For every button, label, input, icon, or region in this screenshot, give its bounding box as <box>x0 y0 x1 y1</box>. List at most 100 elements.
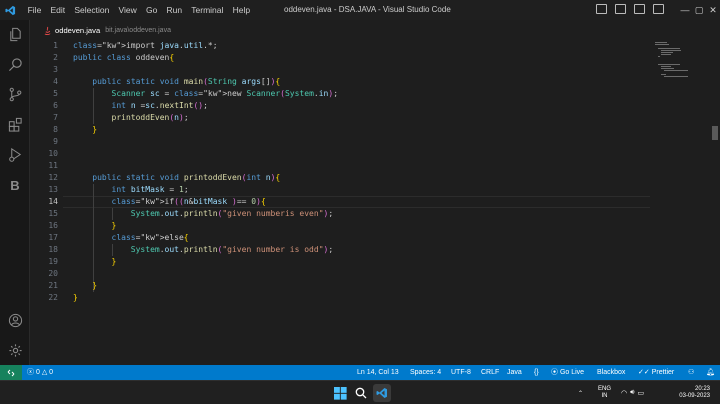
code-line[interactable]: 9 <box>30 136 650 148</box>
layout-controls <box>596 4 664 14</box>
notifications-bell-icon[interactable]: 🔔︎ <box>706 365 715 380</box>
code-text[interactable]: } <box>73 280 97 292</box>
code-line[interactable]: 3 <box>30 64 650 76</box>
code-line[interactable]: 20 <box>30 268 650 280</box>
system-tray[interactable]: ◠ 🔊︎ ▭ <box>621 381 644 404</box>
code-text[interactable]: System.out.println("given numberis even"… <box>73 208 333 220</box>
code-line[interactable]: 19 } <box>30 256 650 268</box>
code-line[interactable]: 18 System.out.println("given number is o… <box>30 244 650 256</box>
code-text[interactable]: public static void main(String args[]){ <box>73 76 280 88</box>
code-line[interactable]: 8 } <box>30 124 650 136</box>
broadcast-icon: ⦿ <box>551 369 560 376</box>
code-line[interactable]: 17 class="kw">else{ <box>30 232 650 244</box>
menu-go[interactable]: Go <box>141 0 162 20</box>
menu-file[interactable]: File <box>23 0 46 20</box>
windows-start-icon[interactable] <box>331 384 349 402</box>
code-text[interactable]: class="kw">if((n&bitMask )== 0){ <box>73 196 266 208</box>
code-line[interactable]: 13 int bitMask = 1; <box>30 184 650 196</box>
code-text[interactable]: Scanner sc = class="kw">new Scanner(Syst… <box>73 88 338 100</box>
customize-layout-icon[interactable] <box>653 4 664 14</box>
code-text[interactable]: public class oddeven{ <box>73 52 174 64</box>
menu-help[interactable]: Help <box>228 0 255 20</box>
line-number: 6 <box>53 101 58 110</box>
blackbox-status[interactable]: Blackbox <box>597 365 625 380</box>
close-button[interactable]: ✕ <box>706 0 720 20</box>
blackbox-icon[interactable]: B <box>5 175 25 195</box>
code-line[interactable]: 6 int n =sc.nextInt(); <box>30 100 650 112</box>
code-line[interactable]: 11 <box>30 160 650 172</box>
tab-oddeven-java[interactable]: oddeven.java bit.java\oddeven.java <box>30 20 193 40</box>
tab-path: bit.java\oddeven.java <box>105 27 171 34</box>
go-live-button[interactable]: ⦿ Go Live <box>551 365 584 380</box>
language-mode[interactable]: Java <box>507 365 522 380</box>
code-line[interactable]: 4 public static void main(String args[])… <box>30 76 650 88</box>
code-text[interactable]: class="kw">else{ <box>73 232 189 244</box>
taskbar-vscode-icon[interactable] <box>373 384 391 402</box>
explorer-icon[interactable] <box>5 24 25 44</box>
code-line[interactable]: 16 } <box>30 220 650 232</box>
toggle-panel-icon[interactable] <box>615 4 626 14</box>
vertical-scrollbar[interactable] <box>712 126 718 140</box>
remote-indicator[interactable] <box>0 365 22 380</box>
activity-bar: B <box>0 20 30 365</box>
run-debug-icon[interactable] <box>5 144 25 164</box>
source-control-icon[interactable] <box>5 84 25 104</box>
problems-indicator[interactable]: ⓧ 0 △ 0 <box>27 365 53 380</box>
code-text[interactable]: int bitMask = 1; <box>73 184 189 196</box>
line-number: 7 <box>53 113 58 122</box>
code-line[interactable]: 7 printoddEven(n); <box>30 112 650 124</box>
search-icon[interactable] <box>5 54 25 74</box>
code-line[interactable]: 14 class="kw">if((n&bitMask )== 0){ <box>30 196 650 208</box>
cursor-position[interactable]: Ln 14, Col 13 <box>357 365 399 380</box>
tab-bar: oddeven.java bit.java\oddeven.java <box>30 20 720 40</box>
code-line[interactable]: 22} <box>30 292 650 304</box>
clock-time: 20:23 <box>694 386 710 392</box>
manage-gear-icon[interactable] <box>5 340 25 360</box>
menu-run[interactable]: Run <box>162 0 187 20</box>
toggle-secondary-sidebar-icon[interactable] <box>634 4 645 14</box>
minimap[interactable] <box>650 40 710 365</box>
code-text[interactable]: System.out.println("given number is odd"… <box>73 244 333 256</box>
maximize-button[interactable]: ▢ <box>692 0 706 20</box>
code-text[interactable]: } <box>73 220 117 232</box>
code-text[interactable]: public static void printoddEven(int n){ <box>73 172 280 184</box>
code-line[interactable]: 2 public class oddeven{ <box>30 52 650 64</box>
code-text[interactable]: class="kw">import java.util.*; <box>73 40 218 52</box>
code-line[interactable]: 15 System.out.println("given numberis ev… <box>30 208 650 220</box>
taskbar-search-icon[interactable] <box>352 384 370 402</box>
language-indicator[interactable]: ENG IN <box>598 381 611 404</box>
accounts-status-icon[interactable]: ⚇ <box>688 365 694 380</box>
menu-edit[interactable]: Edit <box>46 0 70 20</box>
line-number: 14 <box>48 197 58 206</box>
code-text[interactable]: printoddEven(n); <box>73 112 189 124</box>
code-line[interactable]: 1 class="kw">import java.util.*; <box>30 40 650 52</box>
window-title: oddeven.java - DSA.JAVA - Visual Studio … <box>284 5 451 14</box>
prettier-status[interactable]: ✓✓ Prettier <box>638 365 674 380</box>
minimize-button[interactable]: — <box>678 0 692 20</box>
clock[interactable]: 20:23 03-09-2023 <box>666 381 710 404</box>
code-line[interactable]: 12 public static void printoddEven(int n… <box>30 172 650 184</box>
code-text[interactable]: } <box>73 256 117 268</box>
line-number: 12 <box>48 173 58 182</box>
code-line[interactable]: 21 } <box>30 280 650 292</box>
show-hidden-icons[interactable]: ⌃ <box>578 381 583 404</box>
code-text[interactable]: } <box>73 292 78 304</box>
line-number: 4 <box>53 77 58 86</box>
encoding-setting[interactable]: UTF-8 <box>451 365 471 380</box>
extensions-icon[interactable] <box>5 114 25 134</box>
line-number: 17 <box>48 233 58 242</box>
account-icon[interactable] <box>5 310 25 330</box>
menu-view[interactable]: View <box>114 0 141 20</box>
code-line[interactable]: 10 <box>30 148 650 160</box>
code-text[interactable]: } <box>73 124 97 136</box>
code-editor[interactable]: 1 class="kw">import java.util.*; 2 public c… <box>30 40 650 365</box>
line-number: 16 <box>48 221 58 230</box>
menu-selection[interactable]: Selection <box>70 0 114 20</box>
code-line[interactable]: 5 Scanner sc = class="kw">new Scanner(Sy… <box>30 88 650 100</box>
indentation-setting[interactable]: Spaces: 4 <box>410 365 441 380</box>
braces-icon[interactable]: {} <box>534 365 539 380</box>
eol-setting[interactable]: CRLF <box>481 365 499 380</box>
menu-terminal[interactable]: Terminal <box>187 0 228 20</box>
toggle-primary-sidebar-icon[interactable] <box>596 4 607 14</box>
code-text[interactable]: int n =sc.nextInt(); <box>73 100 208 112</box>
